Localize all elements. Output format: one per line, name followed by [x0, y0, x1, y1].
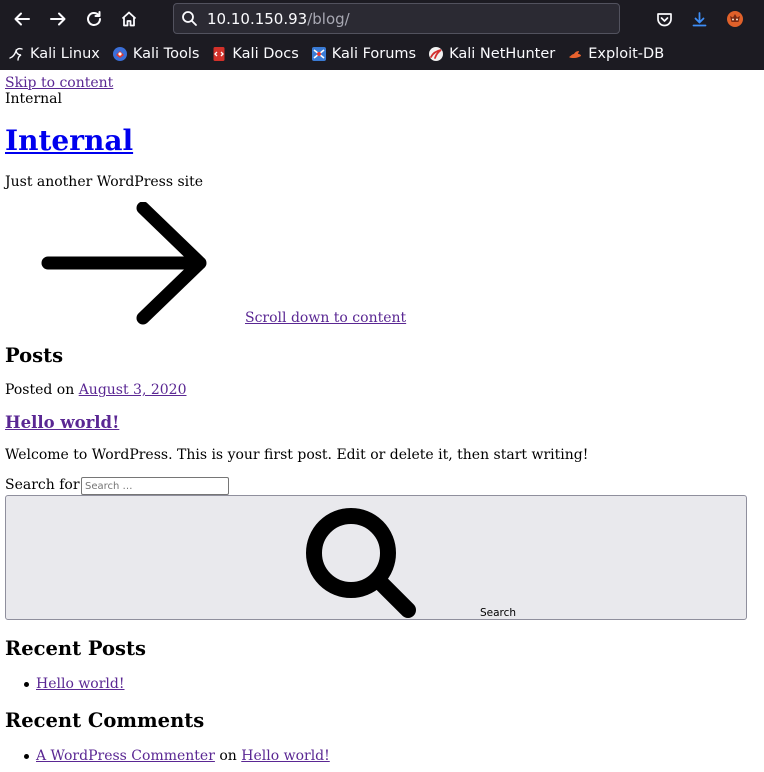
home-button[interactable]	[115, 5, 143, 33]
bookmarks-toolbar: Kali Linux Kali Tools Kali Docs Kali For…	[0, 37, 764, 70]
recent-comments-heading: Recent Comments	[5, 709, 205, 732]
forward-button[interactable]	[44, 5, 72, 33]
posted-on-label: Posted on	[5, 382, 75, 398]
post-date-link[interactable]: August 3, 2020	[79, 382, 187, 398]
extension-button[interactable]	[722, 6, 748, 32]
bookmark-label: Kali Tools	[132, 45, 200, 62]
bookmark-kali-linux[interactable]: Kali Linux	[9, 46, 100, 62]
list-bullet	[24, 754, 29, 759]
bookmark-kali-docs[interactable]: Kali Docs	[211, 45, 299, 62]
comment-on-text: on	[219, 748, 237, 764]
reload-icon	[87, 11, 101, 26]
kali-nethunter-icon	[429, 46, 444, 61]
reload-button[interactable]	[80, 5, 108, 33]
post-title-link[interactable]: Hello world!	[5, 414, 119, 431]
exploit-db-icon	[569, 50, 582, 58]
forward-arrow-icon	[50, 12, 66, 26]
bookmark-label: Exploit-DB	[588, 45, 665, 62]
comment-author-link[interactable]: A WordPress Commenter	[36, 748, 215, 764]
kali-dragon-icon	[9, 47, 23, 61]
comment-post-link[interactable]: Hello world!	[241, 748, 330, 764]
list-bullet	[24, 682, 29, 687]
post-excerpt: Welcome to WordPress. This is your first…	[5, 447, 589, 463]
kali-tools-icon	[112, 46, 127, 61]
search-icon	[306, 508, 416, 618]
recent-posts-heading: Recent Posts	[5, 637, 146, 660]
bookmark-label: Kali Docs	[232, 45, 299, 62]
home-icon	[121, 11, 137, 27]
url-text: 10.10.150.93/blog/	[207, 10, 350, 28]
browser-toolbar: 10.10.150.93/blog/	[0, 0, 764, 37]
arrow-right-icon[interactable]	[40, 202, 210, 326]
bookmark-label: Kali Linux	[30, 45, 100, 62]
site-title-link[interactable]: Internal	[5, 124, 133, 157]
bookmark-exploit-db[interactable]: Exploit-DB	[567, 46, 664, 62]
posts-heading: Posts	[5, 344, 64, 367]
browser-chrome: 10.10.150.93/blog/ Kali Linux Kali Tools…	[0, 0, 764, 70]
download-icon	[692, 11, 706, 26]
foxyproxy-icon	[727, 11, 743, 27]
bookmark-label: Kali Forums	[331, 45, 417, 62]
search-button[interactable]: Search	[5, 495, 747, 620]
address-bar[interactable]: 10.10.150.93/blog/	[173, 3, 620, 34]
search-icon	[182, 11, 197, 26]
search-input[interactable]	[81, 477, 229, 495]
bookmark-kali-nethunter[interactable]: Kali NetHunter	[428, 46, 555, 62]
bookmark-label: Kali NetHunter	[449, 45, 556, 62]
back-arrow-icon	[14, 12, 30, 26]
recent-comment-item: A WordPress Commenter on Hello world!	[36, 748, 330, 765]
pocket-button[interactable]	[651, 6, 677, 32]
search-label: Search for:	[5, 477, 85, 493]
downloads-button[interactable]	[686, 6, 712, 32]
kali-docs-icon	[213, 46, 225, 61]
bookmark-kali-tools[interactable]: Kali Tools	[112, 45, 200, 62]
bookmark-kali-forums[interactable]: Kali Forums	[311, 46, 416, 62]
site-title: Internal	[5, 125, 133, 157]
url-host: 10.10.150.93	[207, 10, 308, 28]
back-button[interactable]	[8, 5, 36, 33]
recent-post-link[interactable]: Hello world!	[36, 676, 125, 693]
url-path: /blog/	[307, 10, 350, 28]
search-button-label: Search	[480, 607, 517, 619]
header-text: Internal	[5, 91, 62, 107]
post-meta: Posted on August 3, 2020	[5, 382, 187, 399]
site-tagline: Just another WordPress site	[5, 174, 204, 190]
skip-to-content-link[interactable]: Skip to content	[5, 75, 113, 92]
pocket-icon	[656, 12, 672, 26]
kali-forums-icon	[311, 46, 326, 61]
scroll-down-link[interactable]: Scroll down to content	[245, 310, 406, 327]
